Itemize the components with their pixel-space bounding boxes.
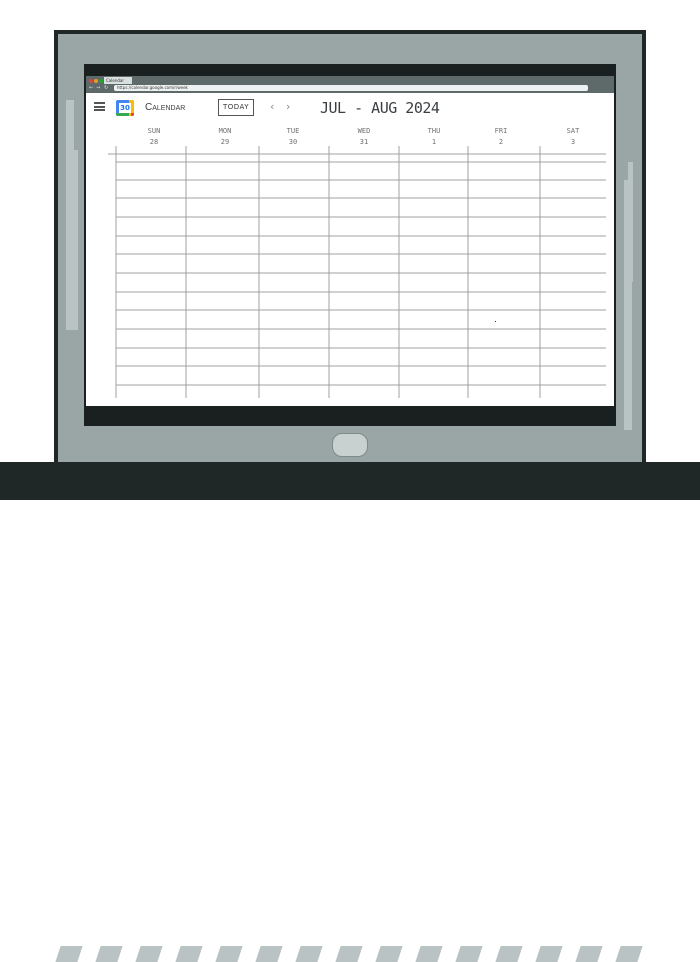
lid-highlight [628,162,633,282]
keyboard-key [55,946,83,962]
keyboard-key [415,946,443,962]
keyboard-key [335,946,363,962]
keyboard-deck [0,462,700,962]
keyboard-key [215,946,243,962]
keyboard-key [495,946,523,962]
laptop-screen: Calendar ← → ↻ https://calendar.google.c… [86,76,614,406]
keyboard-key [535,946,563,962]
keyboard-key [375,946,403,962]
keyboard-key [255,946,283,962]
keyboard-key [295,946,323,962]
keyboard-key [135,946,163,962]
grid-speck [495,321,496,322]
keyboard-key [95,946,123,962]
keyboard-key [455,946,483,962]
keyboard-key [175,946,203,962]
lid-highlight [72,150,78,330]
keyboard-key [615,946,643,962]
keyboard-key [575,946,603,962]
trackpad-notch [332,433,368,457]
week-time-grid[interactable] [86,76,614,406]
